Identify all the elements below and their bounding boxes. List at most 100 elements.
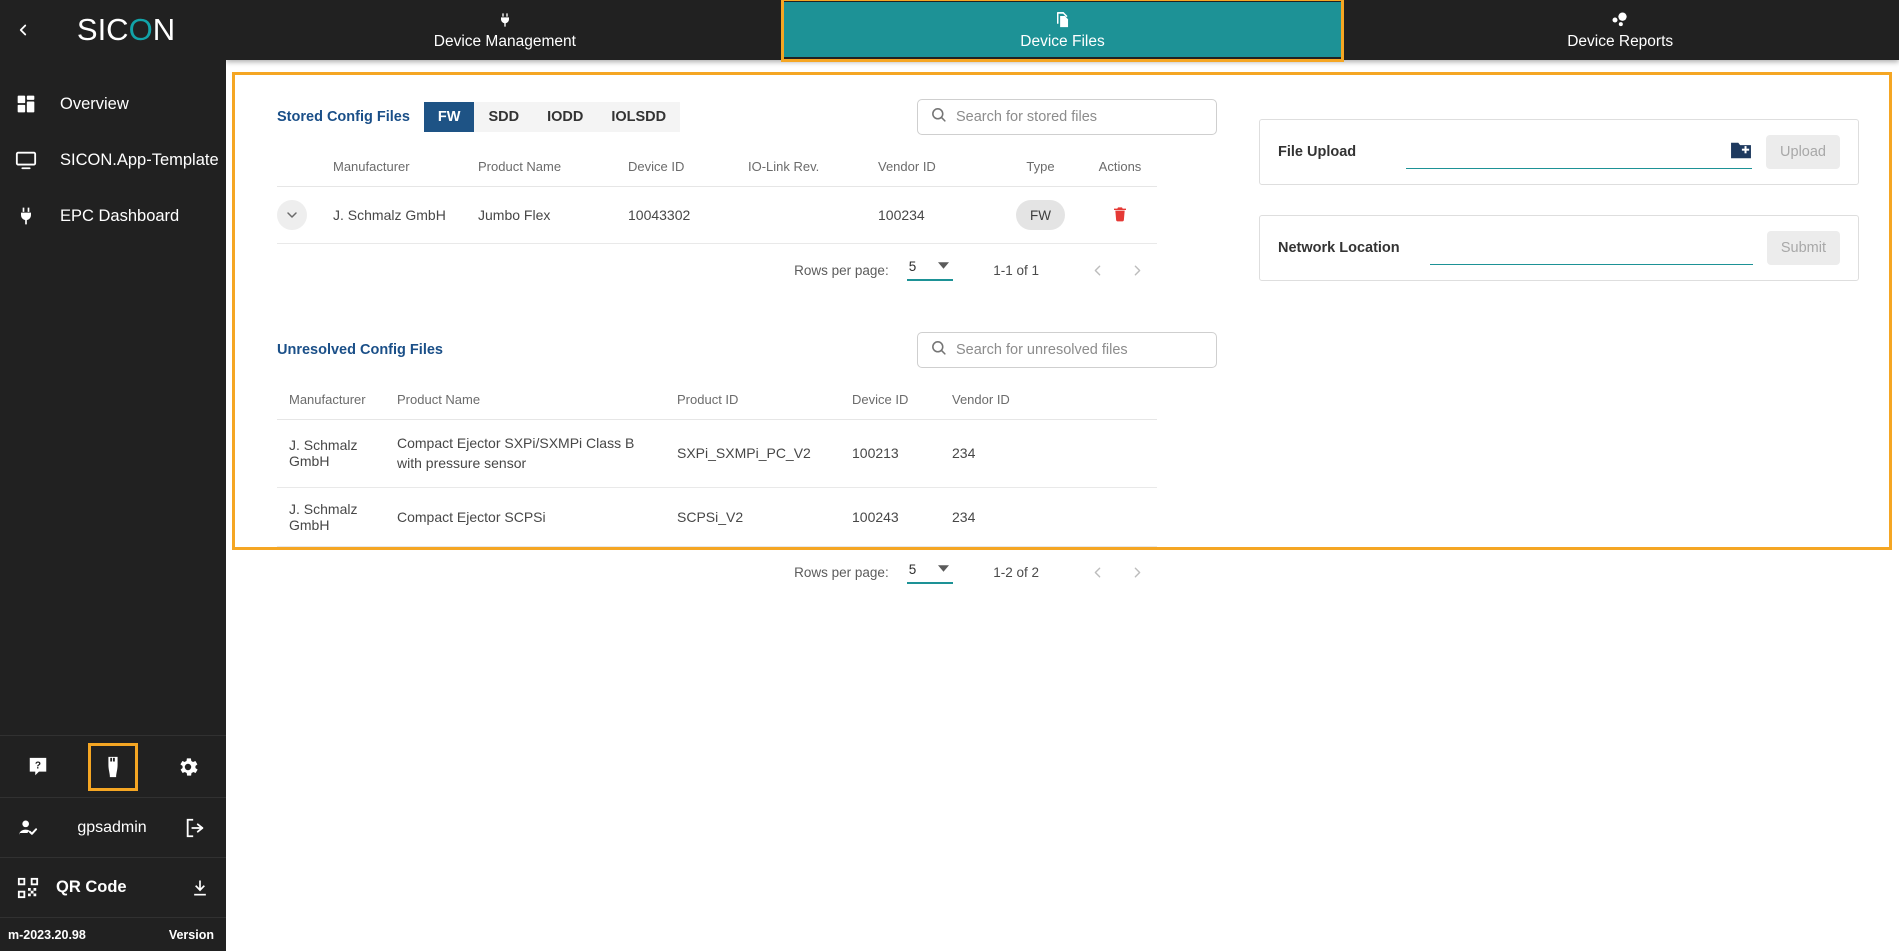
cell-manufacturer: J. Schmalz GmbH bbox=[333, 187, 478, 244]
sidebar-item-label: Overview bbox=[60, 95, 129, 114]
folder-add-icon[interactable] bbox=[1730, 141, 1752, 160]
qr-code-icon bbox=[8, 877, 48, 899]
monitor-icon bbox=[6, 149, 46, 171]
next-page-button[interactable] bbox=[1117, 250, 1157, 290]
logo-text-post: N bbox=[153, 12, 175, 48]
version-value: m-2023.20.98 bbox=[8, 928, 86, 942]
copy-files-icon bbox=[1053, 9, 1072, 31]
column-header: Manufacturer bbox=[333, 155, 478, 187]
expand-column-header bbox=[277, 155, 333, 187]
tab-device-reports[interactable]: Device Reports bbox=[1341, 0, 1899, 60]
cell-product-name: Compact Ejector SXPi/SXMPi Class B with … bbox=[397, 420, 677, 488]
cell-actions bbox=[1083, 187, 1157, 244]
network-location-card: Network Location Submit bbox=[1259, 215, 1859, 281]
previous-page-button[interactable] bbox=[1077, 250, 1117, 290]
rows-per-page-select[interactable]: 5 bbox=[907, 562, 954, 584]
plug-connector-icon[interactable] bbox=[75, 736, 150, 797]
column-header: Manufacturer bbox=[277, 388, 397, 420]
tab-device-files[interactable]: Device Files bbox=[784, 2, 1342, 57]
sicon-logo: SICON bbox=[44, 12, 214, 48]
expand-cell bbox=[277, 187, 333, 244]
stored-files-search[interactable]: Search for stored files bbox=[917, 99, 1217, 135]
pagination-range: 1-2 of 2 bbox=[993, 565, 1039, 580]
qr-code-label: QR Code bbox=[56, 878, 182, 897]
sidebar: SICON Overview SICON.App-Template EP bbox=[0, 0, 226, 951]
sidebar-qr-row[interactable]: QR Code bbox=[0, 857, 226, 917]
search-icon bbox=[930, 339, 947, 361]
sidebar-item-epc-dashboard[interactable]: EPC Dashboard bbox=[0, 188, 226, 244]
column-header: Product ID bbox=[677, 388, 852, 420]
table-row[interactable]: J. Schmalz GmbH Compact Ejector SXPi/SXM… bbox=[277, 420, 1157, 488]
sidebar-version-row: m-2023.20.98 Version bbox=[0, 917, 226, 951]
column-header: Vendor ID bbox=[878, 155, 998, 187]
upload-button[interactable]: Upload bbox=[1766, 135, 1840, 169]
rows-per-page-label: Rows per page: bbox=[794, 565, 889, 580]
stored-config-title: Stored Config Files bbox=[277, 109, 410, 125]
column-header: Device ID bbox=[852, 388, 952, 420]
cell-vendor-id: 234 bbox=[952, 420, 1157, 488]
chevron-down-icon[interactable] bbox=[277, 200, 307, 230]
dashboard-grid-icon bbox=[6, 94, 46, 114]
content-area: Stored Config Files FW SDD IODD IOLSDD bbox=[226, 60, 1899, 951]
tab-iodd[interactable]: IODD bbox=[533, 102, 597, 132]
cell-product-id: SXPi_SXMPi_PC_V2 bbox=[677, 420, 852, 488]
table-row[interactable]: J. Schmalz GmbH Jumbo Flex 10043302 1002… bbox=[277, 187, 1157, 244]
top-navigation: Device Management Device Files Device Re… bbox=[226, 0, 1899, 60]
file-upload-label: File Upload bbox=[1278, 144, 1406, 160]
search-placeholder: Search for stored files bbox=[956, 109, 1097, 125]
file-type-tabs: FW SDD IODD IOLSDD bbox=[424, 102, 680, 132]
help-icon[interactable]: ? bbox=[0, 736, 75, 797]
username-label: gpsadmin bbox=[50, 819, 174, 837]
column-header: Actions bbox=[1083, 155, 1157, 187]
tab-sdd[interactable]: SDD bbox=[474, 102, 533, 132]
cell-device-id: 100243 bbox=[852, 487, 952, 546]
pagination-range: 1-1 of 1 bbox=[993, 263, 1039, 278]
tab-iolsdd[interactable]: IOLSDD bbox=[597, 102, 680, 132]
sidebar-header: SICON bbox=[0, 0, 226, 60]
sidebar-item-label: SICON.App-Template bbox=[60, 151, 219, 170]
tables-column: Stored Config Files FW SDD IODD IOLSDD bbox=[277, 97, 1217, 547]
tab-fw[interactable]: FW bbox=[424, 102, 475, 132]
upload-column: File Upload Upload Network Location bbox=[1217, 97, 1859, 547]
table-row[interactable]: J. Schmalz GmbH Compact Ejector SCPSi SC… bbox=[277, 487, 1157, 546]
tab-label: Device Management bbox=[434, 33, 576, 51]
column-header: Vendor ID bbox=[952, 388, 1157, 420]
chevron-left-icon[interactable] bbox=[8, 15, 38, 45]
delete-trash-icon[interactable] bbox=[1112, 205, 1128, 223]
sidebar-item-overview[interactable]: Overview bbox=[0, 76, 226, 132]
cell-type: FW bbox=[998, 187, 1083, 244]
network-location-input[interactable] bbox=[1430, 231, 1753, 265]
bubble-chart-icon bbox=[1610, 9, 1630, 31]
sidebar-item-sicon-app-template[interactable]: SICON.App-Template bbox=[0, 132, 226, 188]
gear-icon[interactable] bbox=[151, 736, 226, 797]
unresolved-pagination: Rows per page: 5 1-2 of 2 bbox=[277, 547, 1157, 599]
previous-page-button[interactable] bbox=[1077, 553, 1117, 593]
next-page-button[interactable] bbox=[1117, 553, 1157, 593]
tab-label: Device Files bbox=[1020, 33, 1104, 51]
application-root: SICON Overview SICON.App-Template EP bbox=[0, 0, 1899, 951]
unresolved-config-header: Unresolved Config Files Search for unres… bbox=[277, 330, 1217, 370]
chevron-down-icon bbox=[938, 562, 949, 577]
logo-text-pre: SIC bbox=[77, 12, 129, 48]
file-upload-input[interactable] bbox=[1406, 135, 1752, 169]
rows-per-page-select[interactable]: 5 bbox=[907, 259, 954, 281]
tab-label: Device Reports bbox=[1567, 33, 1673, 51]
cell-product-id: SCPSi_V2 bbox=[677, 487, 852, 546]
main-area: Device Management Device Files Device Re… bbox=[226, 0, 1899, 951]
submit-button[interactable]: Submit bbox=[1767, 231, 1840, 265]
search-placeholder: Search for unresolved files bbox=[956, 342, 1128, 358]
column-header: IO-Link Rev. bbox=[748, 155, 878, 187]
cell-manufacturer: J. Schmalz GmbH bbox=[277, 420, 397, 488]
svg-text:?: ? bbox=[35, 760, 41, 771]
tab-device-management[interactable]: Device Management bbox=[226, 0, 784, 60]
stored-pagination: Rows per page: 5 1-1 of 1 bbox=[277, 244, 1157, 296]
download-icon[interactable] bbox=[190, 878, 210, 898]
unresolved-files-search[interactable]: Search for unresolved files bbox=[917, 332, 1217, 368]
column-header: Type bbox=[998, 155, 1083, 187]
rows-per-page-value: 5 bbox=[909, 562, 917, 577]
cell-iolink-rev bbox=[748, 187, 878, 244]
cell-device-id: 100213 bbox=[852, 420, 952, 488]
logout-icon[interactable] bbox=[174, 817, 216, 839]
file-upload-card: File Upload Upload bbox=[1259, 119, 1859, 185]
sidebar-tool-row: ? bbox=[0, 735, 226, 797]
